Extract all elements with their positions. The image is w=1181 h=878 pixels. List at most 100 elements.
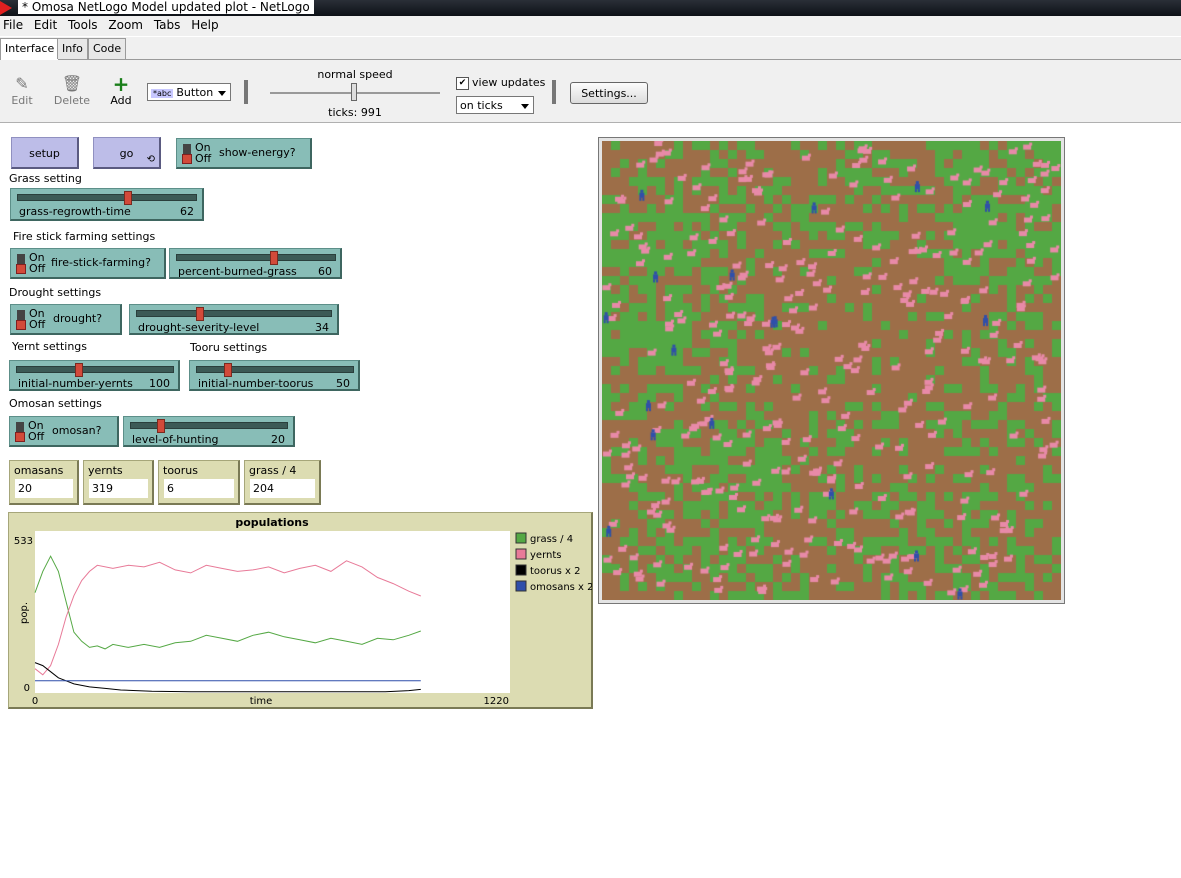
tab-interface[interactable]: Interface [0, 38, 60, 60]
monitor-value: 20 [15, 479, 73, 498]
legend-swatch-1 [515, 548, 527, 560]
initial-toorus-slider[interactable]: initial-number-toorus 50 [189, 360, 360, 391]
level-of-hunting-slider[interactable]: level-of-hunting 20 [123, 416, 295, 447]
slider-label: level-of-hunting [132, 433, 219, 446]
checkmark-icon: ✔ [456, 76, 469, 90]
slider-track [17, 194, 197, 201]
speed-label: normal speed [317, 68, 393, 81]
update-mode-select[interactable]: on ticks [456, 96, 534, 114]
widget-type-select[interactable]: *abc Button [147, 83, 231, 101]
slider-label: percent-burned-grass [178, 265, 297, 278]
x-axis-label: time [250, 696, 273, 707]
y-max-tick: 533 [14, 536, 33, 547]
slider-thumb[interactable] [196, 307, 204, 321]
add-button[interactable]: + Add [101, 74, 141, 107]
slider-label: initial-number-yernts [18, 377, 133, 390]
slider-track [176, 254, 336, 261]
world-canvas[interactable] [602, 141, 1061, 600]
switch-off-label: Off [29, 318, 46, 331]
chevron-down-icon [218, 91, 226, 96]
delete-button[interactable]: 🗑 Delete [52, 74, 92, 107]
forever-icon: ⟲ [146, 154, 155, 165]
omosan-settings-label: Omosan settings [9, 397, 102, 410]
slider-value: 50 [336, 377, 350, 390]
fire-settings-label: Fire stick farming settings [13, 230, 156, 243]
legend-swatch-0 [515, 532, 527, 544]
switch-knob [16, 320, 26, 330]
drought-settings-label: Drought settings [9, 286, 102, 299]
menu-zoom[interactable]: Zoom [105, 16, 147, 32]
percent-burned-grass-slider[interactable]: percent-burned-grass 60 [169, 248, 342, 279]
grass-setting-label: Grass setting [9, 172, 82, 185]
switch-off-label: Off [195, 152, 212, 165]
plot-title: populations [235, 516, 309, 529]
tab-code[interactable]: Code [88, 38, 127, 59]
x-min-tick: 0 [32, 696, 38, 707]
trash-icon: 🗑 [61, 74, 83, 93]
legend-label-2: toorus x 2 [530, 566, 580, 577]
slider-label: grass-regrowth-time [19, 205, 131, 218]
plot-legend: grass / 4 yernts toorus x 2 omosans x 2 [515, 532, 592, 593]
monitor-label: yernts [88, 464, 123, 477]
slider-thumb[interactable] [124, 191, 132, 205]
edit-button[interactable]: ✎ Edit [2, 74, 42, 107]
populations-plot: populations 533 0 0 1220 time pop. grass… [8, 512, 593, 709]
monitor-toorus: toorus 6 [158, 460, 240, 505]
legend-label-1: yernts [530, 550, 561, 561]
switch-label: fire-stick-farming? [51, 256, 151, 269]
legend-label-3: omosans x 2 [530, 582, 592, 593]
slider-track [130, 422, 288, 429]
slider-thumb[interactable] [75, 363, 83, 377]
widget-type-value: Button [176, 86, 214, 99]
monitor-omasans: omasans 20 [9, 460, 79, 505]
settings-button[interactable]: Settings... [570, 82, 648, 104]
slider-track [16, 366, 174, 373]
menu-tabs[interactable]: Tabs [151, 16, 185, 32]
menu-help[interactable]: Help [188, 16, 222, 32]
tick-counter: ticks: 991 [328, 106, 382, 119]
speed-slider-thumb[interactable] [351, 83, 357, 101]
window-titlebar: * Omosa NetLogo Model updated plot - Net… [0, 0, 1181, 16]
show-energy-switch[interactable]: On Off show-energy? [176, 138, 312, 169]
world-view[interactable] [598, 137, 1065, 604]
fire-stick-farming-switch[interactable]: On Off fire-stick-farming? [10, 248, 166, 279]
view-updates-label: view updates [472, 76, 546, 89]
monitor-value: 319 [89, 479, 148, 498]
slider-thumb[interactable] [224, 363, 232, 377]
edit-label: Edit [11, 94, 33, 107]
legend-swatch-2 [515, 564, 527, 576]
drought-switch[interactable]: On Off drought? [10, 304, 122, 335]
netlogo-logo-icon [0, 1, 12, 15]
view-updates-checkbox[interactable]: ✔ view updates [456, 76, 545, 90]
tab-info[interactable]: Info [57, 38, 88, 59]
interface-toolbar: ✎ Edit 🗑 Delete + Add *abc Button normal … [0, 60, 1181, 123]
slider-thumb[interactable] [270, 251, 278, 265]
go-button[interactable]: go ⟲ [93, 137, 161, 169]
omosan-switch[interactable]: On Off omosan? [9, 416, 119, 447]
monitor-label: grass / 4 [249, 464, 297, 477]
monitor-value: 6 [164, 479, 234, 498]
delete-label: Delete [53, 94, 91, 107]
slider-value: 100 [149, 377, 170, 390]
plus-icon: + [112, 72, 130, 96]
menu-file[interactable]: File [0, 16, 27, 32]
switch-label: show-energy? [219, 146, 296, 159]
setup-button[interactable]: setup [11, 137, 79, 169]
drought-severity-slider[interactable]: drought-severity-level 34 [129, 304, 339, 335]
switch-knob [182, 154, 192, 164]
update-mode-value: on ticks [460, 99, 503, 112]
grass-regrowth-slider[interactable]: grass-regrowth-time 62 [10, 188, 204, 221]
menu-tools[interactable]: Tools [65, 16, 102, 32]
switch-knob [16, 264, 26, 274]
slider-thumb[interactable] [157, 419, 165, 433]
monitor-label: toorus [163, 464, 198, 477]
toolbar-separator [244, 80, 248, 104]
monitor-value: 204 [250, 479, 315, 498]
slider-track [136, 310, 332, 317]
switch-off-label: Off [28, 430, 45, 443]
initial-yernts-slider[interactable]: initial-number-yernts 100 [9, 360, 180, 391]
yernt-settings-label: Yernt settings [12, 340, 88, 353]
slider-value: 62 [180, 205, 194, 218]
menu-edit[interactable]: Edit [31, 16, 61, 32]
legend-swatch-3 [515, 580, 527, 592]
